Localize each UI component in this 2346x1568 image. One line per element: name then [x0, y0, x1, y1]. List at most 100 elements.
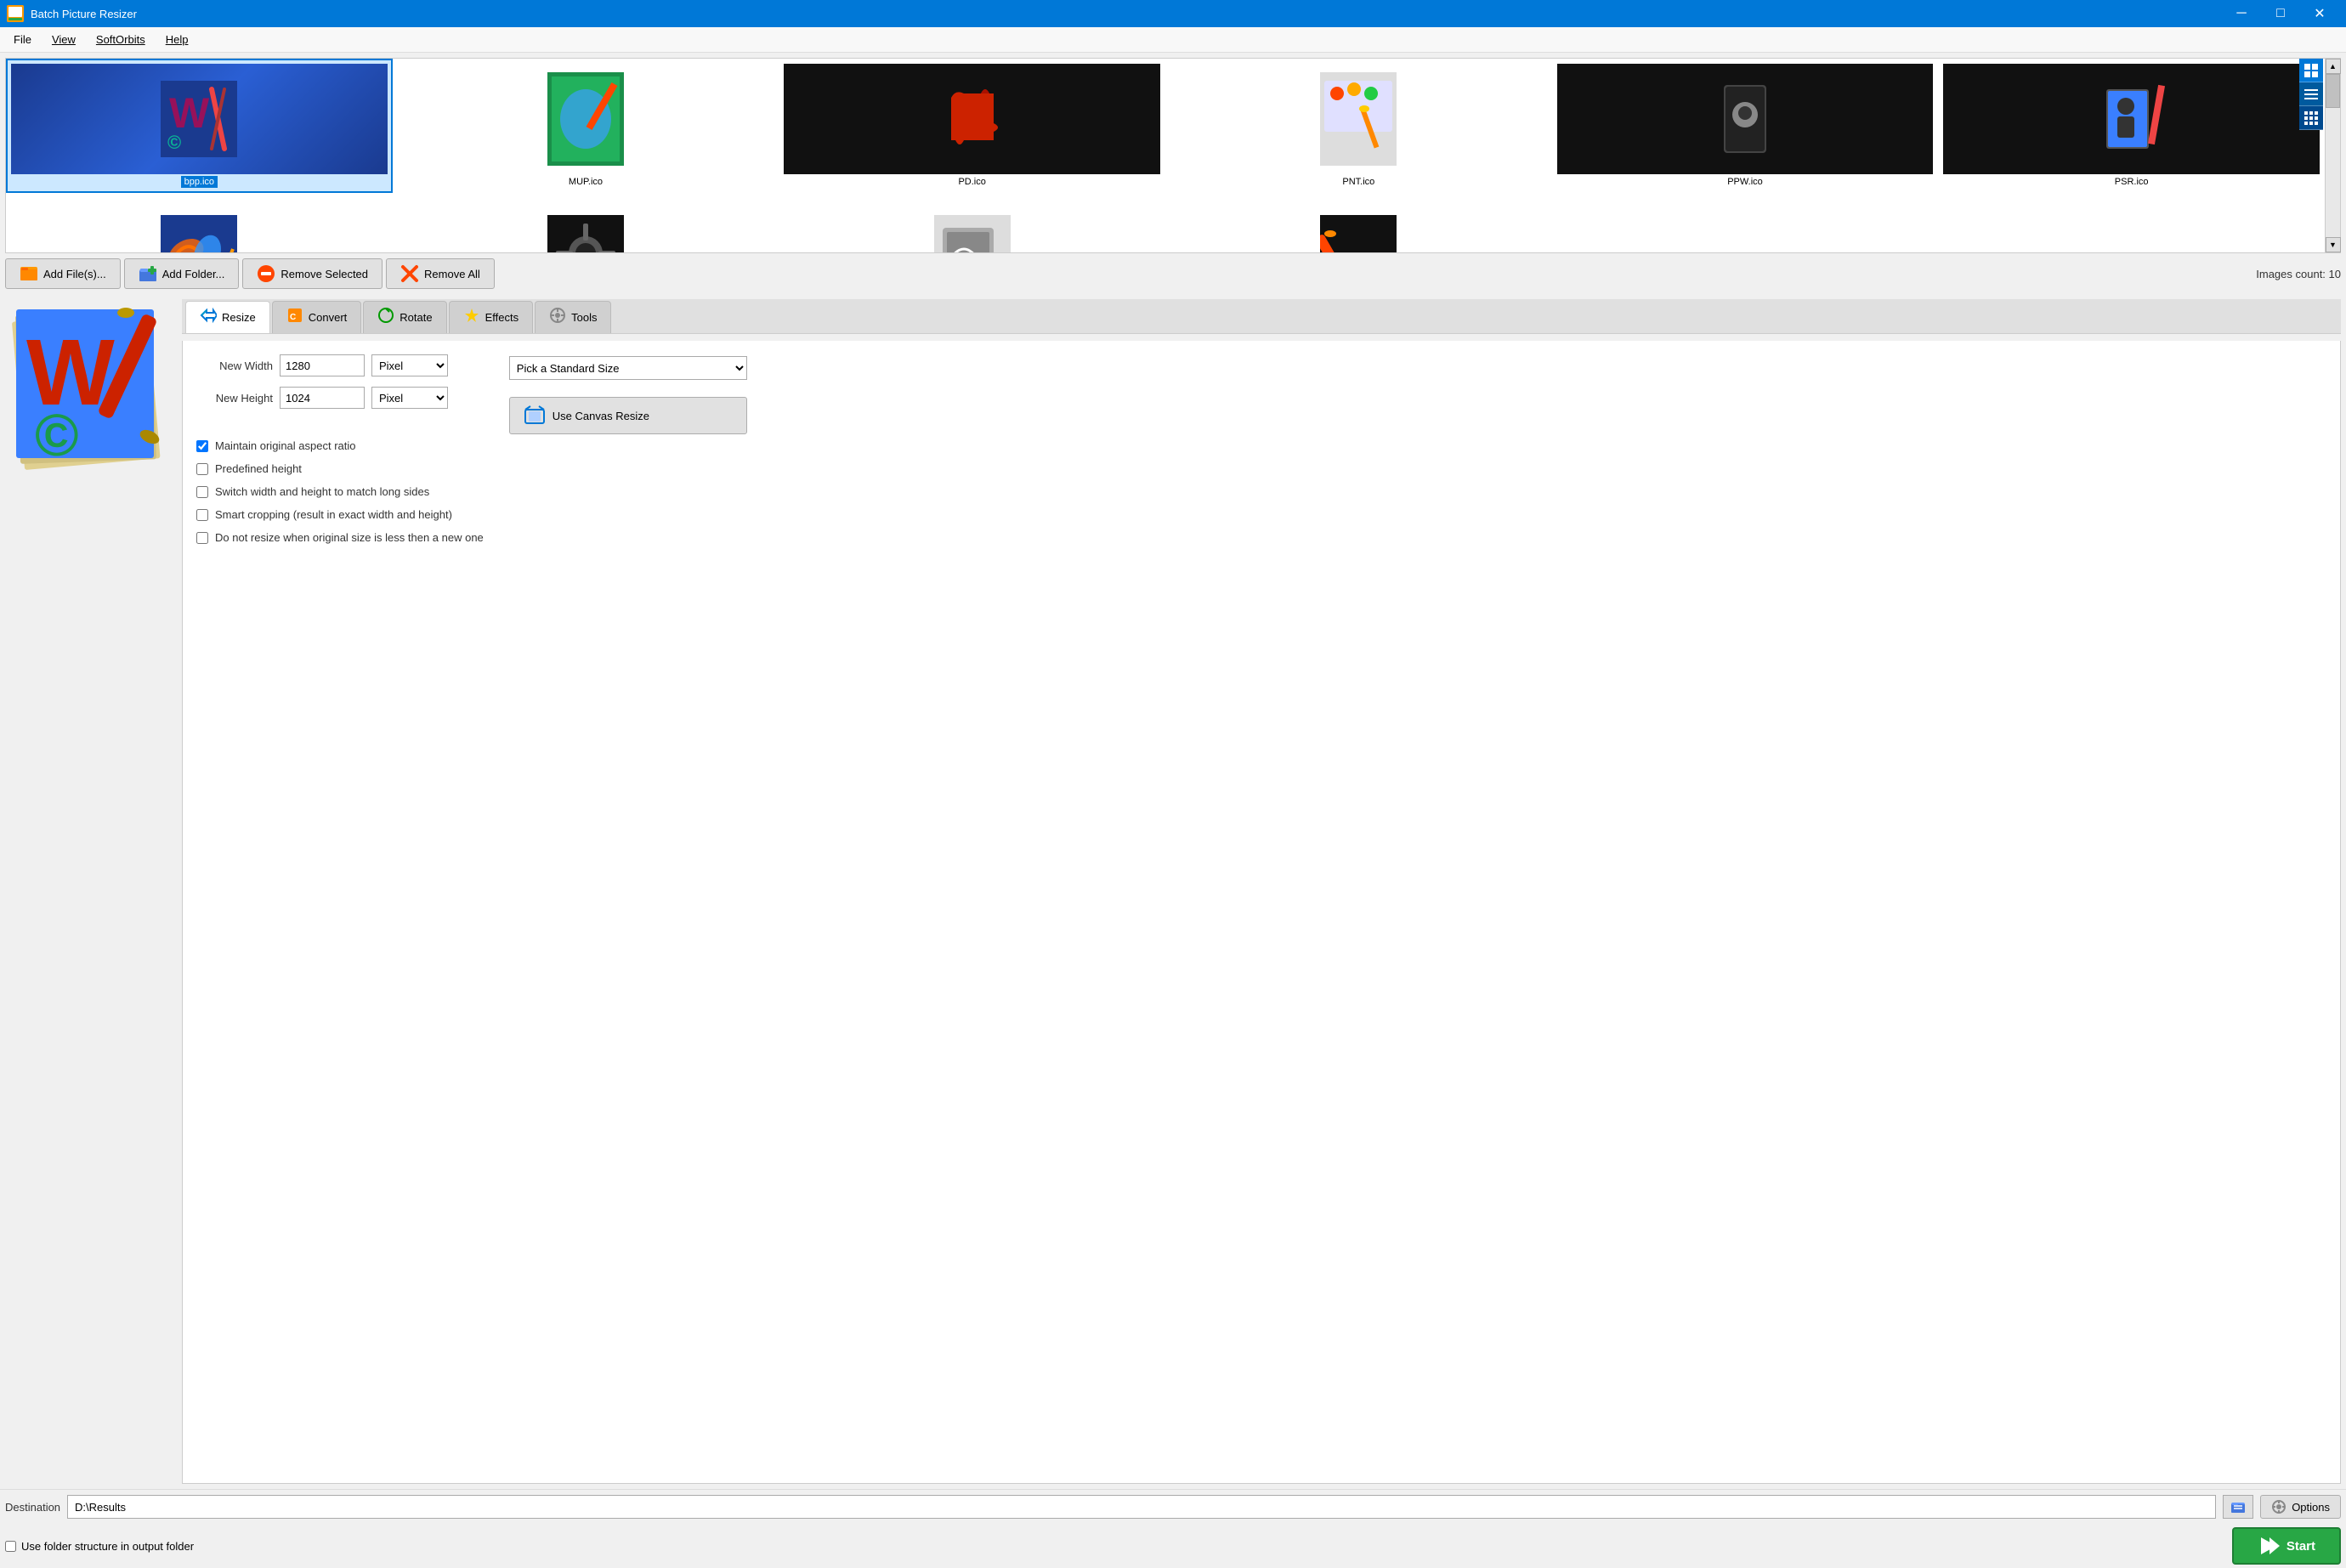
gallery-item-3[interactable]: PNT.ico — [1165, 59, 1552, 193]
scroll-up-btn[interactable]: ▲ — [2326, 59, 2341, 74]
checkbox-switch-wh-input[interactable] — [196, 486, 208, 498]
gallery-item-7[interactable] — [393, 193, 779, 252]
gallery-label-2: PD.ico — [955, 176, 989, 188]
maximize-button[interactable]: □ — [2261, 0, 2300, 27]
svg-text:©: © — [167, 132, 181, 153]
gallery-item-5[interactable]: PSR.ico — [1938, 59, 2325, 193]
title-bar-controls: ─ □ ✕ — [2222, 0, 2339, 27]
gallery-item-8[interactable] — [779, 193, 1165, 252]
title-bar: Batch Picture Resizer ─ □ ✕ — [0, 0, 2346, 27]
title-bar-left: Batch Picture Resizer — [7, 5, 137, 22]
destination-bar: Destination Options — [0, 1489, 2346, 1524]
main-panel: Resize C Convert — [182, 299, 2341, 1484]
width-row: New Width Pixel Percent Inches — [196, 354, 484, 376]
close-button[interactable]: ✕ — [2300, 0, 2339, 27]
resize-form-right: Pick a Standard Size 640x480 800x600 102… — [509, 354, 747, 544]
checkbox-smart-crop[interactable]: Smart cropping (result in exact width an… — [196, 508, 484, 521]
gallery-item-6[interactable] — [6, 193, 393, 252]
destination-input[interactable] — [67, 1495, 2216, 1519]
height-unit-select[interactable]: Pixel Percent Inches — [371, 387, 448, 409]
view-thumbnails-btn[interactable] — [2299, 59, 2323, 82]
tab-rotate-label: Rotate — [400, 311, 432, 324]
checkbox-switch-wh-label: Switch width and height to match long si… — [215, 485, 429, 498]
tab-effects[interactable]: Effects — [449, 301, 534, 333]
bottom-bar: Use folder structure in output folder St… — [0, 1524, 2346, 1568]
tab-convert[interactable]: C Convert — [272, 301, 362, 333]
standard-size-select[interactable]: Pick a Standard Size 640x480 800x600 102… — [509, 356, 747, 380]
checkbox-no-resize[interactable]: Do not resize when original size is less… — [196, 531, 484, 544]
gallery-label-5: PSR.ico — [2111, 176, 2152, 188]
tab-tools[interactable]: Tools — [535, 301, 611, 333]
minimize-button[interactable]: ─ — [2222, 0, 2261, 27]
gallery-item-0[interactable]: W © bpp.ico — [6, 59, 393, 193]
gallery-item-4[interactable]: PPW.ico — [1552, 59, 1939, 193]
add-files-button[interactable]: Add File(s)... — [5, 258, 121, 289]
checkbox-predefined[interactable]: Predefined height — [196, 462, 484, 475]
tab-content-resize: New Width Pixel Percent Inches New Heigh… — [182, 341, 2341, 1484]
toolbar: Add File(s)... Add Folder... — [0, 253, 2346, 294]
width-label: New Width — [196, 359, 273, 372]
width-unit-select[interactable]: Pixel Percent Inches — [371, 354, 448, 376]
gallery-img-2 — [784, 64, 1160, 174]
checkbox-aspect-ratio[interactable]: Maintain original aspect ratio — [196, 439, 484, 452]
menu-view[interactable]: View — [42, 30, 86, 49]
menu-help[interactable]: Help — [156, 30, 199, 49]
use-folder-checkbox[interactable] — [5, 1541, 16, 1552]
start-button[interactable]: Start — [2232, 1527, 2341, 1565]
destination-browse-button[interactable] — [2223, 1495, 2253, 1519]
remove-all-label: Remove All — [424, 268, 480, 280]
options-button[interactable]: Options — [2260, 1495, 2341, 1519]
checkbox-predefined-label: Predefined height — [215, 462, 302, 475]
view-grid-btn[interactable] — [2299, 106, 2323, 130]
canvas-resize-button[interactable]: Use Canvas Resize — [509, 397, 747, 434]
gallery-img-8 — [784, 198, 1160, 252]
height-label: New Height — [196, 392, 273, 405]
svg-text:C: C — [290, 313, 296, 322]
gallery-item-1[interactable]: MUP.ico — [393, 59, 779, 193]
remove-selected-button[interactable]: Remove Selected — [242, 258, 382, 289]
view-buttons — [2299, 59, 2323, 130]
width-input[interactable] — [280, 354, 365, 376]
use-folder-checkbox-row[interactable]: Use folder structure in output folder — [5, 1540, 194, 1553]
tools-tab-icon — [549, 307, 566, 328]
checkbox-no-resize-input[interactable] — [196, 532, 208, 544]
gallery-item-empty-2 — [1938, 193, 2325, 252]
checkbox-predefined-input[interactable] — [196, 463, 208, 475]
menu-file[interactable]: File — [3, 30, 42, 49]
scroll-thumb[interactable] — [2326, 74, 2340, 108]
checkbox-switch-wh[interactable]: Switch width and height to match long si… — [196, 485, 484, 498]
options-label: Options — [2292, 1501, 2330, 1514]
preview-image: W © — [9, 303, 171, 473]
menu-bar: File View SoftOrbits Help — [0, 27, 2346, 53]
height-input[interactable] — [280, 387, 365, 409]
gallery-scrollbar[interactable]: ▲ ▼ — [2325, 59, 2340, 252]
checkbox-smart-crop-input[interactable] — [196, 509, 208, 521]
destination-label: Destination — [5, 1501, 60, 1514]
gallery-label-0: bpp.ico — [181, 176, 218, 188]
add-folder-button[interactable]: Add Folder... — [124, 258, 240, 289]
gallery-item-2[interactable]: PD.ico — [779, 59, 1165, 193]
checkbox-aspect-ratio-label: Maintain original aspect ratio — [215, 439, 355, 452]
gallery-img-5 — [1943, 64, 2320, 174]
add-folder-icon — [139, 264, 157, 283]
checkbox-aspect-ratio-input[interactable] — [196, 440, 208, 452]
tab-rotate[interactable]: Rotate — [363, 301, 446, 333]
gallery-img-0: W © — [11, 64, 388, 174]
tab-resize[interactable]: Resize — [185, 301, 270, 333]
view-list-btn[interactable] — [2299, 82, 2323, 106]
checkbox-no-resize-label: Do not resize when original size is less… — [215, 531, 484, 544]
effects-tab-icon — [463, 307, 480, 328]
height-row: New Height Pixel Percent Inches — [196, 387, 484, 409]
gallery-section: W © bpp.ico — [5, 58, 2341, 253]
remove-selected-label: Remove Selected — [280, 268, 368, 280]
gallery-grid: W © bpp.ico — [6, 59, 2325, 252]
scroll-down-btn[interactable]: ▼ — [2326, 237, 2341, 252]
tab-tools-label: Tools — [571, 311, 597, 324]
gallery-item-9[interactable] — [1165, 193, 1552, 252]
tab-resize-label: Resize — [222, 311, 256, 324]
menu-softorbits[interactable]: SoftOrbits — [86, 30, 156, 49]
remove-all-button[interactable]: Remove All — [386, 258, 495, 289]
tab-effects-label: Effects — [485, 311, 519, 324]
gallery-label-3: PNT.ico — [1339, 176, 1378, 188]
gallery-img-3 — [1170, 64, 1547, 174]
